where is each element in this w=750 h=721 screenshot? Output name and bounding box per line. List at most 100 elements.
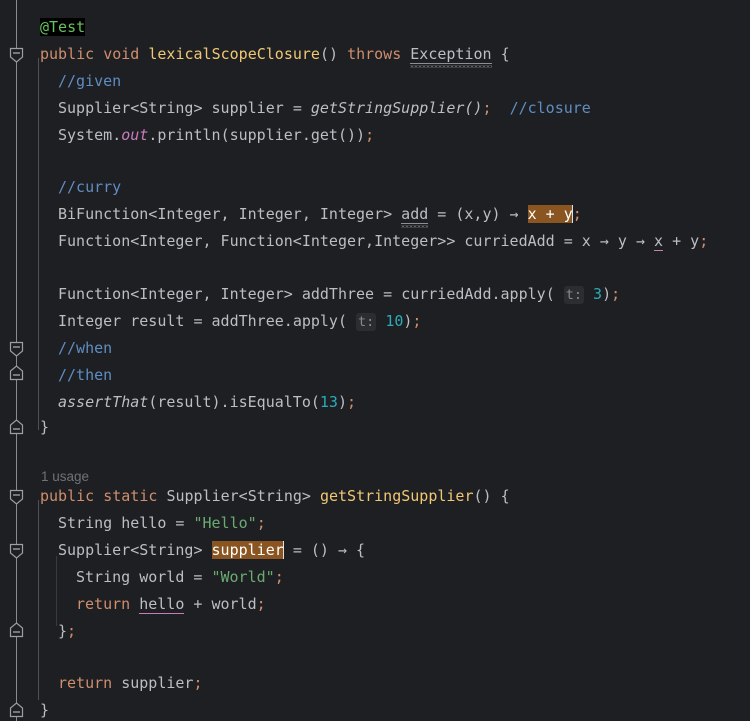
code-editor-window[interactable]: @Test public void lexicalScopeClosure() … xyxy=(0,0,750,721)
code-line-20[interactable]: String hello = "Hello"; xyxy=(58,510,266,537)
code-line-7[interactable]: //curry xyxy=(58,174,121,201)
operator-plus-2: + xyxy=(193,595,203,613)
type-exception[interactable]: Exception xyxy=(410,45,492,64)
variable-world-2: world xyxy=(211,595,257,613)
semicolon-9: ; xyxy=(274,568,284,586)
code-line-9[interactable]: Function<Integer, Function<Integer,Integ… xyxy=(58,228,708,255)
type-string-1: String xyxy=(58,514,113,532)
variable-add[interactable]: add xyxy=(401,205,429,224)
operator-equals-4: = xyxy=(383,285,393,303)
code-line-2[interactable]: public void lexicalScopeClosure() throws… xyxy=(40,41,510,68)
gutter-vertical-line xyxy=(16,0,17,721)
comment-closure: //closure xyxy=(509,99,591,117)
fold-marker-method-end[interactable] xyxy=(6,417,27,438)
variable-addthree-2: addThree xyxy=(211,312,284,330)
type-supplier-string-3: Supplier<String> xyxy=(58,541,203,559)
code-line-5[interactable]: System.out.println(supplier.get()); xyxy=(58,122,374,149)
variable-supplier-3: supplier xyxy=(121,674,194,692)
code-line-12[interactable]: Integer result = addThree.apply( t: 10); xyxy=(58,308,421,335)
string-hello: "Hello" xyxy=(193,514,257,532)
code-line-16[interactable]: } xyxy=(40,414,49,441)
code-line-22[interactable]: String world = "World"; xyxy=(76,564,284,591)
call-isequalto[interactable]: isEqualTo xyxy=(230,393,311,411)
selection-x-plus-y[interactable]: x + y xyxy=(527,205,573,223)
code-line-21[interactable]: Supplier<String> supplier = () → { xyxy=(58,537,365,564)
fold-marker-method-getstringsupplier[interactable] xyxy=(6,486,27,507)
semicolon-10: ; xyxy=(256,595,266,613)
brace-open-1: { xyxy=(500,45,510,63)
code-content-area[interactable]: @Test public void lexicalScopeClosure() … xyxy=(32,0,750,721)
code-line-3[interactable]: //given xyxy=(58,68,121,95)
variable-hello-1: hello xyxy=(121,514,167,532)
variable-supplier-1: supplier xyxy=(211,99,284,117)
call-assertthat[interactable]: assertThat xyxy=(58,393,148,411)
variable-result-2: result xyxy=(157,393,212,411)
paren-empty-2: () xyxy=(473,487,492,505)
keyword-return-2: return xyxy=(58,674,113,692)
code-line-23[interactable]: return hello + world; xyxy=(76,591,266,618)
type-bifunction: BiFunction<Integer, Integer, Integer> xyxy=(58,205,393,223)
indent-guide-level1-a xyxy=(38,58,39,430)
number-3: 3 xyxy=(593,285,603,303)
fold-marker-then[interactable] xyxy=(6,363,27,384)
semicolon-4: ; xyxy=(699,232,709,250)
comment-given: //given xyxy=(58,72,122,90)
code-line-13[interactable]: //when xyxy=(58,335,112,362)
string-world: "World" xyxy=(211,568,275,586)
operator-equals-8: = xyxy=(193,568,203,586)
semicolon-12: ; xyxy=(193,674,203,692)
call-println[interactable]: println xyxy=(157,126,220,144)
lambda-arrow-2: → xyxy=(599,232,609,250)
code-line-1[interactable]: @Test xyxy=(40,14,86,41)
fold-marker-lambda-end[interactable] xyxy=(6,620,27,641)
annotation-test: @Test xyxy=(40,18,86,36)
operator-equals-1: = xyxy=(292,99,302,117)
call-apply-2[interactable]: apply xyxy=(293,312,338,330)
fold-marker-when[interactable] xyxy=(6,338,27,359)
semicolon-5: ; xyxy=(611,285,621,303)
method-declaration-getstringsupplier: getStringSupplier xyxy=(319,487,474,505)
class-system: System xyxy=(58,126,113,144)
code-line-15[interactable]: assertThat(result).isEqualTo(13); xyxy=(58,389,356,416)
indent-guide-level2 xyxy=(56,556,57,626)
call-apply-1[interactable]: apply xyxy=(501,285,546,303)
fold-marker-class-end[interactable] xyxy=(6,700,27,721)
call-get[interactable]: get xyxy=(311,126,338,144)
brace-open-2: { xyxy=(500,487,510,505)
call-getstringsupplier[interactable]: getStringSupplier() xyxy=(311,99,483,117)
semicolon-8: ; xyxy=(256,514,266,532)
selection-supplier[interactable]: supplier xyxy=(211,541,284,559)
paren-empty-1: () xyxy=(319,45,339,63)
keyword-static: static xyxy=(103,487,158,505)
code-line-24[interactable]: }; xyxy=(58,618,76,645)
operator-plus-1: + xyxy=(672,232,682,250)
type-function-int-int: Function<Integer, Integer> xyxy=(58,285,293,303)
semicolon-1: ; xyxy=(482,99,492,117)
code-line-8[interactable]: BiFunction<Integer, Integer, Integer> ad… xyxy=(58,201,582,228)
lambda-params-xy: (x,y) xyxy=(455,205,501,223)
variable-x-highlighted[interactable]: x xyxy=(654,232,664,251)
semicolon-3: ; xyxy=(572,205,582,223)
code-line-19[interactable]: public static Supplier<String> getString… xyxy=(40,483,510,510)
code-line-11[interactable]: Function<Integer, Integer> addThree = cu… xyxy=(58,281,620,308)
field-out[interactable]: out xyxy=(121,126,148,144)
type-integer-1: Integer xyxy=(58,312,122,330)
variable-curriedadd-1: curriedAdd xyxy=(464,232,555,250)
fold-marker-lambda-body[interactable] xyxy=(6,540,27,561)
fold-marker-method-lexicalscopeclosure[interactable] xyxy=(6,44,27,65)
code-line-26[interactable]: return supplier; xyxy=(58,670,203,697)
method-declaration-lexicalscopeclosure: lexicalScopeClosure xyxy=(148,45,320,63)
type-string-2: String xyxy=(76,568,131,586)
lambda-arrow-1: → xyxy=(509,205,519,223)
code-line-27[interactable]: } xyxy=(40,697,49,721)
variable-world-1: world xyxy=(139,568,185,586)
variable-hello-highlighted[interactable]: hello xyxy=(139,595,185,614)
code-line-14[interactable]: //then xyxy=(58,362,112,389)
operator-equals-3: = xyxy=(563,232,573,250)
editor-gutter[interactable] xyxy=(0,0,32,721)
type-supplier-string-1: Supplier<String> xyxy=(58,99,203,117)
keyword-void: void xyxy=(103,45,140,63)
variable-curriedadd-2: curriedAdd xyxy=(401,285,492,303)
usage-count-label[interactable]: 1 usage xyxy=(41,469,89,484)
code-line-4[interactable]: Supplier<String> supplier = getStringSup… xyxy=(58,95,591,122)
